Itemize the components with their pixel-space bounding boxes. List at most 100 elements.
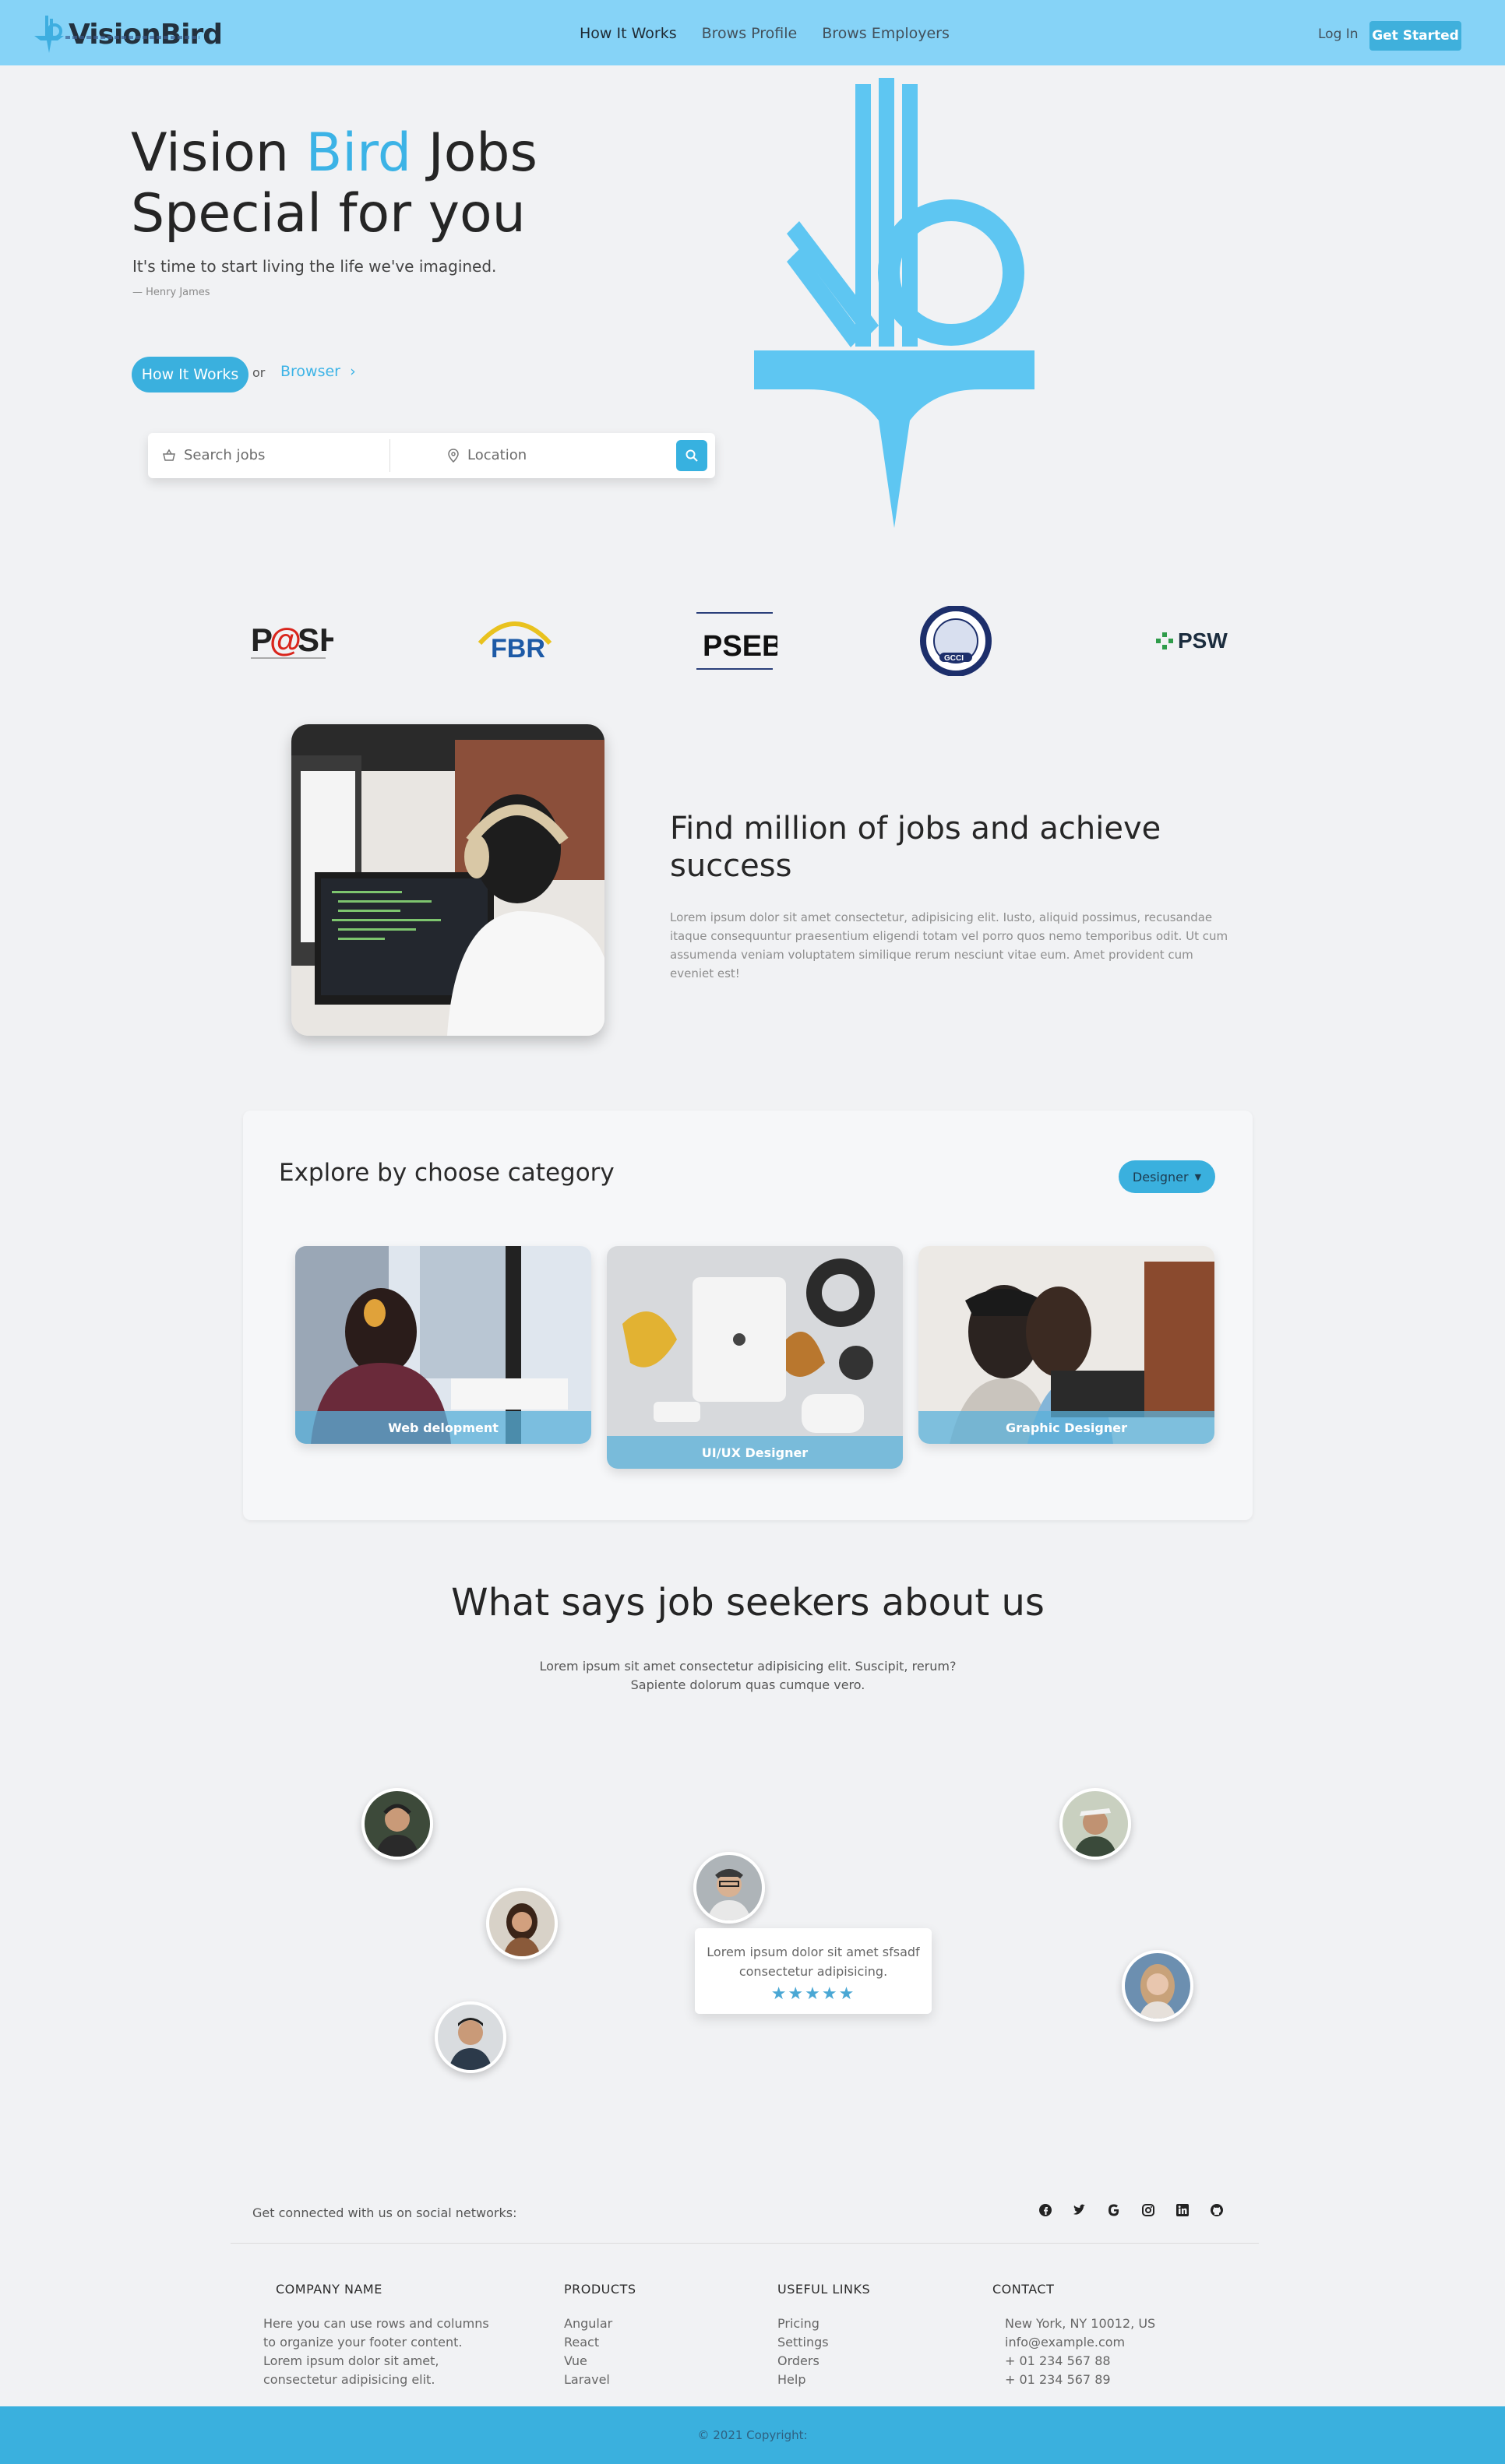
- hero-title-accent: Bird: [305, 122, 412, 184]
- hero-author: — Henry James: [132, 287, 210, 298]
- category-card-web-development[interactable]: Web delopment: [295, 1246, 591, 1444]
- category-card-label: Graphic Designer: [918, 1411, 1214, 1444]
- fbr-logo-text: FBR: [491, 634, 545, 664]
- avatar[interactable]: [1059, 1788, 1131, 1860]
- how-it-works-button[interactable]: How It Works: [132, 357, 248, 392]
- nav-link-how-it-works[interactable]: How It Works: [580, 25, 677, 42]
- footer-link-react[interactable]: React: [564, 2333, 612, 2352]
- footer-link-help[interactable]: Help: [777, 2371, 829, 2389]
- search-button[interactable]: [676, 440, 707, 471]
- browser-link-label: Browser: [280, 363, 340, 380]
- category-card-label: Web delopment: [295, 1411, 591, 1444]
- pseb-logo: PSEB: [696, 612, 777, 670]
- developer-image: [291, 724, 604, 1036]
- nav-link-brows-employers[interactable]: Brows Employers: [822, 25, 950, 42]
- category-card-label: UI/UX Designer: [607, 1436, 903, 1469]
- testimonial-quote: Lorem ipsum dolor sit amet sfsadf consec…: [707, 1945, 920, 1979]
- feature-text: Lorem ipsum dolor sit amet consectetur, …: [670, 910, 1228, 980]
- testimonials-subtitle: Lorem ipsum sit amet consectetur adipisi…: [514, 1657, 982, 1695]
- partner-logo-psw: PSW: [1153, 606, 1239, 676]
- footer-useful-links-list: Pricing Settings Orders Help: [777, 2314, 829, 2389]
- partner-logo-pseb: PSEB: [692, 606, 777, 676]
- category-dropdown[interactable]: Designer ▼: [1119, 1160, 1215, 1193]
- avatar[interactable]: [1122, 1950, 1193, 2022]
- job-search-bar: Search jobs Location: [148, 433, 715, 478]
- footer-contact-address: New York, NY 10012, US: [1005, 2316, 1156, 2331]
- footer-contact-email[interactable]: info@example.com: [1005, 2333, 1155, 2352]
- footer-link-orders[interactable]: Orders: [777, 2352, 829, 2371]
- avatar[interactable]: [693, 1852, 765, 1924]
- footer-divider: [231, 2243, 1259, 2244]
- svg-text:SHA: SHA: [298, 621, 333, 658]
- developer-photo: [291, 724, 604, 1036]
- rating-stars-icon: ★★★★★: [770, 1984, 856, 2004]
- avatar[interactable]: [435, 2001, 506, 2073]
- brand-logo[interactable]: VisionBird: [31, 12, 223, 56]
- pasha-logo: P @ SHA: [251, 621, 333, 659]
- footer-company-text: Here you can use rows and columns to org…: [263, 2316, 489, 2387]
- category-dropdown-label: Designer: [1132, 1169, 1189, 1184]
- footer-links-title: USEFUL LINKS: [777, 2282, 871, 2297]
- github-icon[interactable]: [1207, 2201, 1226, 2219]
- gcci-seal: GCCI: [920, 606, 992, 676]
- avatar[interactable]: [361, 1788, 433, 1860]
- location-placeholder: Location: [467, 447, 527, 463]
- google-icon[interactable]: [1105, 2201, 1123, 2219]
- footer-contact-title: CONTACT: [992, 2282, 1055, 2297]
- search-jobs-field[interactable]: Search jobs: [162, 447, 265, 463]
- avatar-image: [1125, 1953, 1190, 2019]
- location-field[interactable]: Location: [447, 447, 527, 463]
- partner-logo-fbr: FBR: [472, 606, 558, 676]
- caret-down-icon: ▼: [1194, 1171, 1202, 1182]
- footer-link-pricing[interactable]: Pricing: [777, 2314, 829, 2333]
- linkedin-icon[interactable]: [1173, 2201, 1192, 2219]
- visionbird-logo-icon: [34, 16, 64, 53]
- instagram-icon[interactable]: [1139, 2201, 1158, 2219]
- login-link[interactable]: Log In: [1318, 26, 1359, 42]
- footer-link-settings[interactable]: Settings: [777, 2333, 829, 2352]
- linkedin-glyph: [1176, 2204, 1189, 2216]
- hero-subtitle: It's time to start living the life we've…: [132, 257, 497, 276]
- basket-icon: [163, 449, 175, 461]
- facebook-icon[interactable]: [1036, 2201, 1055, 2219]
- or-text: or: [252, 365, 266, 380]
- testimonials-subtitle-line2: Sapiente dolorum quas cumque vero.: [630, 1677, 865, 1692]
- nav-link-brows-profile[interactable]: Brows Profile: [702, 25, 798, 42]
- footer-link-laravel[interactable]: Laravel: [564, 2371, 612, 2389]
- gcci-logo-text: GCCI: [944, 654, 964, 663]
- instagram-glyph: [1142, 2204, 1154, 2216]
- social-text: Get connected with us on social networks…: [252, 2205, 517, 2220]
- fbr-logo: FBR: [478, 621, 552, 664]
- footer-link-vue[interactable]: Vue: [564, 2352, 612, 2371]
- location-pin-icon: [448, 448, 459, 463]
- browser-link[interactable]: Browser ›: [280, 363, 356, 380]
- category-title: Explore by choose category: [279, 1159, 615, 1187]
- hero-title-part2: Jobs: [411, 122, 538, 184]
- social-icons: [1036, 2201, 1226, 2219]
- avatar-image: [1063, 1791, 1128, 1857]
- category-card-uiux-designer[interactable]: UI/UX Designer: [607, 1246, 903, 1469]
- footer-copyright-bar: © 2021 Copyright:: [0, 2406, 1505, 2464]
- footer-products-title: PRODUCTS: [564, 2282, 636, 2297]
- twitter-glyph: [1073, 2204, 1085, 2215]
- testimonials-subtitle-line1: Lorem ipsum sit amet consectetur adipisi…: [539, 1659, 957, 1674]
- get-started-button[interactable]: Get Started: [1369, 21, 1461, 51]
- avatar[interactable]: [486, 1888, 558, 1959]
- navbar: VisionBird How It Works Brows Profile Br…: [0, 0, 1505, 65]
- footer-link-angular[interactable]: Angular: [564, 2314, 612, 2333]
- chevron-right-icon: ›: [345, 363, 356, 380]
- partner-logo-gcci: GCCI: [913, 606, 999, 676]
- search-icon: [686, 449, 698, 462]
- facebook-glyph: [1039, 2204, 1052, 2216]
- footer-company-title: COMPANY NAME: [276, 2282, 382, 2297]
- avatar-image: [696, 1855, 762, 1920]
- category-card-graphic-designer[interactable]: Graphic Designer: [918, 1246, 1214, 1444]
- twitter-icon[interactable]: [1070, 2201, 1089, 2219]
- footer-contact-list: New York, NY 10012, US info@example.com …: [1005, 2314, 1155, 2389]
- footer-contact-phone-2: + 01 234 567 89: [1005, 2372, 1111, 2387]
- testimonial-card: Lorem ipsum dolor sit amet sfsadf consec…: [695, 1928, 932, 2014]
- copyright-text: © 2021 Copyright:: [697, 2428, 808, 2442]
- github-glyph: [1211, 2204, 1223, 2216]
- psw-logo: PSW: [1156, 628, 1228, 653]
- avatar-image: [365, 1791, 430, 1857]
